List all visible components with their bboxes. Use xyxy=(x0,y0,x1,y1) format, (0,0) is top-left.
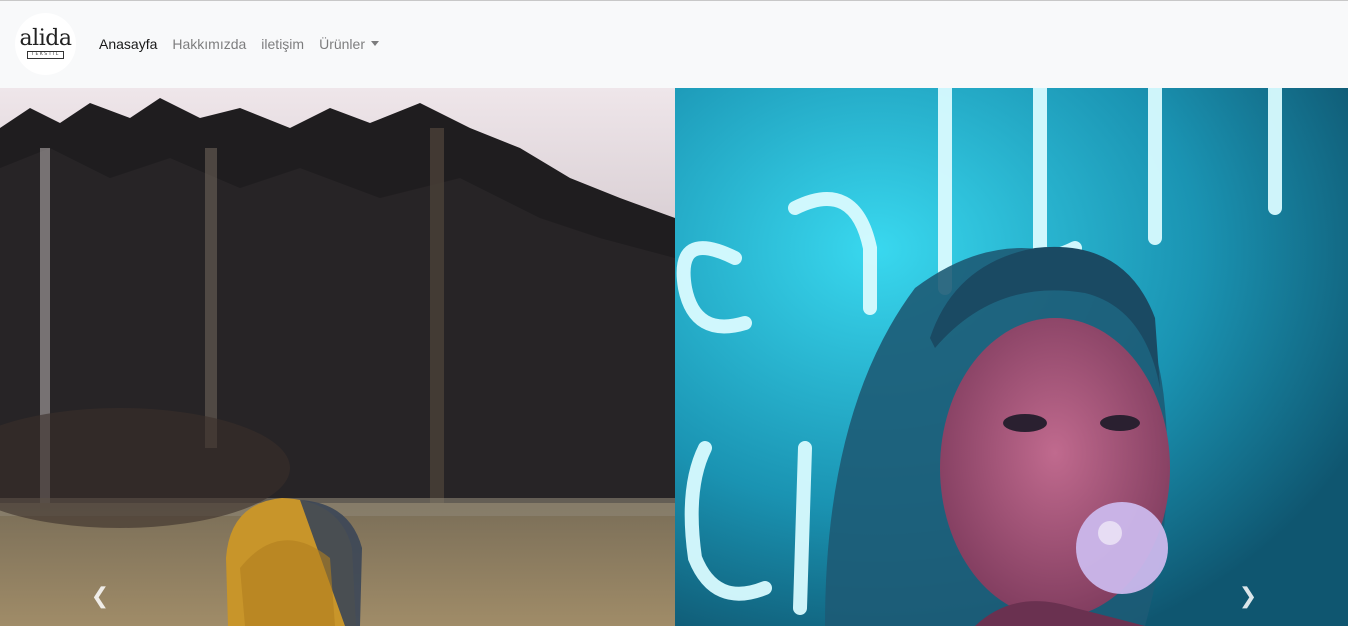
nav-menu: Anasayfa Hakkımızda iletişim Ürünler xyxy=(99,36,394,52)
nav-dropdown-urunler[interactable]: Ürünler xyxy=(319,36,379,52)
carousel-prev-button[interactable]: ❮ xyxy=(0,88,200,626)
brand-logo[interactable]: alida TEKSTIL xyxy=(15,13,76,75)
carousel-next-button[interactable]: ❯ xyxy=(1148,88,1348,626)
nav-link-anasayfa[interactable]: Anasayfa xyxy=(99,36,157,52)
carousel-slide-neon-photo: ❯ xyxy=(675,88,1348,626)
nav-dropdown-label: Ürünler xyxy=(319,36,365,52)
chevron-left-icon: ❮ xyxy=(90,584,110,609)
image-carousel: ❮ ❯ xyxy=(0,88,1348,626)
chevron-right-icon: ❯ xyxy=(1238,584,1258,609)
carousel-slide-child-photo: ❮ xyxy=(0,88,675,626)
brand-logo-subtitle: TEKSTIL xyxy=(27,51,64,59)
nav-link-iletisim[interactable]: iletişim xyxy=(261,36,304,52)
navbar: alida TEKSTIL Anasayfa Hakkımızda iletiş… xyxy=(0,1,1348,88)
caret-down-icon xyxy=(370,41,379,46)
nav-link-hakkimizda[interactable]: Hakkımızda xyxy=(172,36,246,52)
brand-logo-word: alida xyxy=(19,26,72,51)
